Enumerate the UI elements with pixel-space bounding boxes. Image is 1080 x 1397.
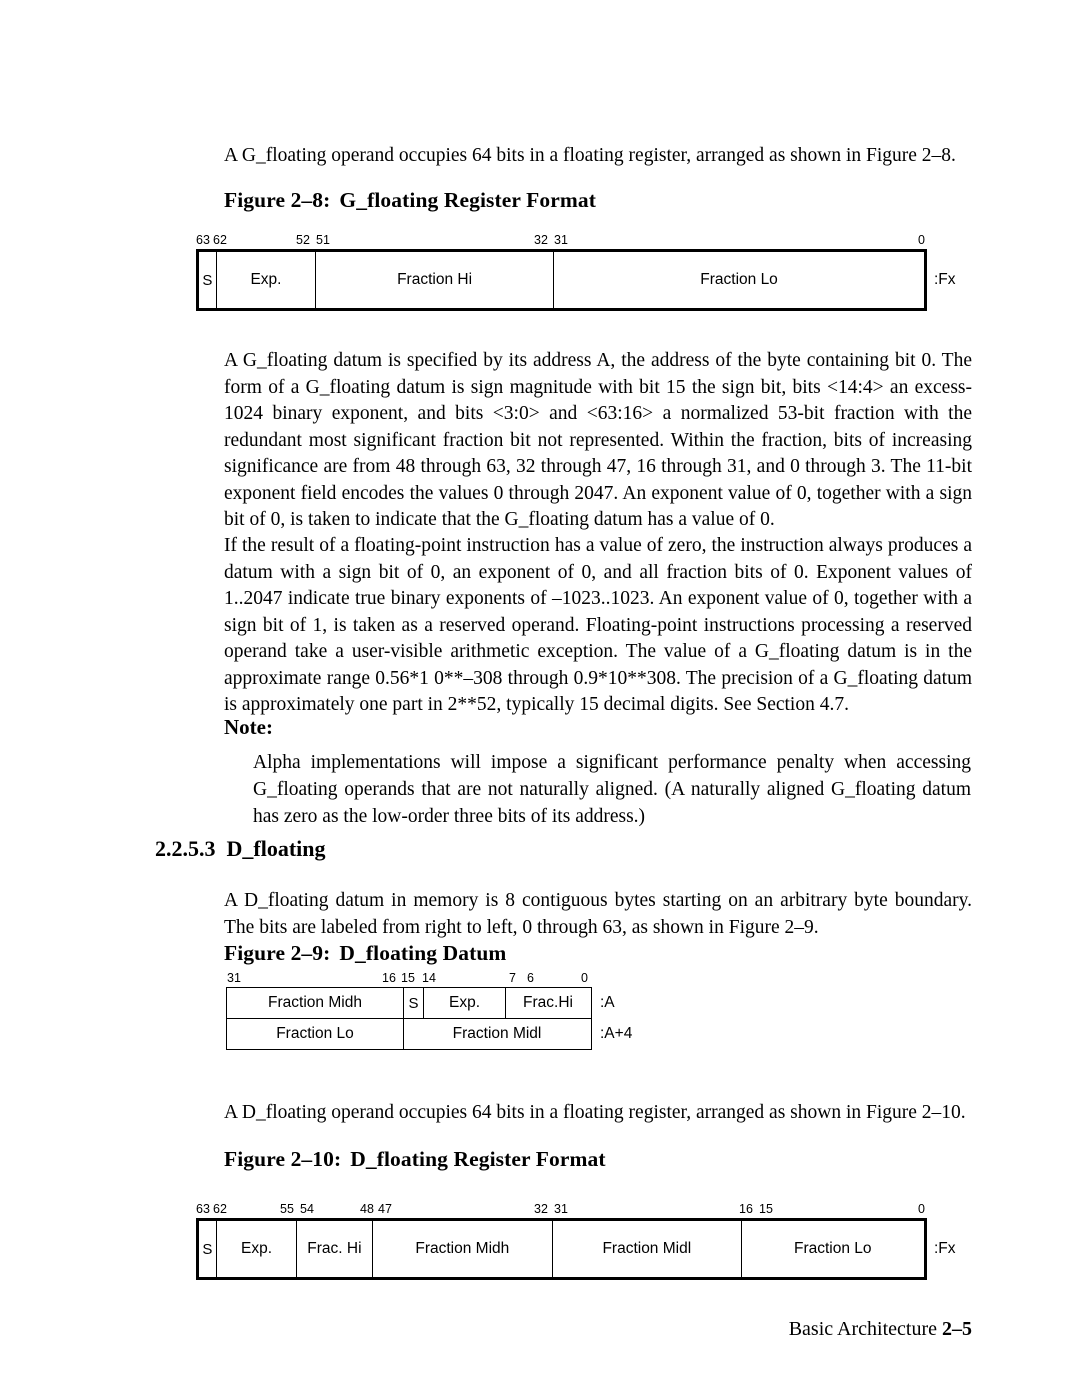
figure-2-10-number: Figure 2–10: xyxy=(224,1147,342,1171)
figure-2-9-caption: Figure 2–9: D_floating Datum xyxy=(224,941,506,966)
bit-field-cell: Frac. Hi xyxy=(297,1221,373,1277)
bit-label: 63 xyxy=(196,1202,210,1216)
figure-2-10-title: D_floating Register Format xyxy=(350,1147,606,1171)
bit-field-cell: Fraction Midh xyxy=(373,1221,554,1277)
bit-label: 31 xyxy=(554,1202,568,1216)
figure-2-9-field-row-2: Fraction Lo Fraction Midl xyxy=(226,1018,592,1050)
bit-field-cell: Frac.Hi xyxy=(523,994,573,1011)
bit-label: 63 xyxy=(196,233,210,247)
bit-field-cell: S xyxy=(199,1221,217,1277)
bit-field-cell: Fraction Midl xyxy=(553,1221,742,1277)
bit-label: 16 xyxy=(382,971,396,985)
figure-2-9-title: D_floating Datum xyxy=(339,941,507,965)
paragraph-gfloat-datum: A G_floating datum is specified by its a… xyxy=(224,350,972,530)
figure-2-9-field-row-1: Fraction Midh S Exp. Frac.Hi xyxy=(226,987,592,1019)
bit-label: 32 xyxy=(534,233,548,247)
figure-2-8-caption: Figure 2–8: G_floating Register Format xyxy=(224,188,596,213)
bit-field-cell: Exp. xyxy=(217,252,317,308)
footer-chapter-name: Basic Architecture xyxy=(788,1318,937,1340)
footer-page-number: 2–5 xyxy=(942,1318,972,1340)
bit-field-cell: Exp. xyxy=(217,1221,298,1277)
bit-label: 0 xyxy=(581,971,588,985)
bit-field-cell: Fraction Midh xyxy=(227,988,404,1018)
figure-2-9-side-label-a4: :A+4 xyxy=(600,1025,633,1042)
bit-label: 47 xyxy=(378,1202,392,1216)
figure-2-8-field-row: S Exp. Fraction Hi Fraction Lo xyxy=(196,249,927,311)
bit-field-cell: Exp. xyxy=(424,988,506,1018)
bit-field-cell: S xyxy=(404,988,424,1018)
bit-label: 7 xyxy=(509,971,516,985)
figure-2-10-side-label: :Fx xyxy=(934,1240,956,1257)
paragraph-dfloat-operand: A D_floating operand occupies 64 bits in… xyxy=(224,1102,966,1123)
bit-label: 51 xyxy=(316,233,330,247)
bit-field-cell: S xyxy=(199,252,217,308)
figure-2-8-number: Figure 2–8: xyxy=(224,188,331,212)
bit-field-cell: Fraction Lo xyxy=(227,1019,404,1049)
document-page: A G_floating operand occupies 64 bits in… xyxy=(0,0,1080,1397)
figure-2-8-title: G_floating Register Format xyxy=(339,188,596,212)
figure-2-8-side-label: :Fx xyxy=(934,271,956,288)
bit-label: 54 xyxy=(300,1202,314,1216)
section-number: 2.2.5.3 xyxy=(155,836,216,861)
bit-label: 14 xyxy=(422,971,436,985)
bit-field-cell: Fraction Lo xyxy=(793,1240,872,1257)
page-footer: Basic Architecture 2–5 xyxy=(789,1318,972,1341)
figure-2-9-diagram: 31 16 15 14 7 6 0 Fraction Midh S Exp. Frac.Hi Fr… xyxy=(226,971,646,1061)
figure-2-9-bit-labels: 31 16 15 14 7 6 0 xyxy=(226,971,646,987)
figure-2-10-caption: Figure 2–10: D_floating Register Format xyxy=(224,1147,606,1172)
paragraph-zero-result: If the result of a floating-point instru… xyxy=(224,535,972,715)
figure-2-10-bit-labels: 63 62 55 54 48 47 32 31 16 15 0 xyxy=(196,1202,986,1218)
figure-2-10-diagram: 63 62 55 54 48 47 32 31 16 15 0 S Exp. Frac. Hi Fract… xyxy=(196,1202,986,1292)
bit-field-cell: Fraction Midl xyxy=(452,1025,542,1042)
bit-label: 31 xyxy=(554,233,568,247)
bit-label: 0 xyxy=(918,1202,925,1216)
bit-label: 31 xyxy=(227,971,241,985)
bit-label: 52 xyxy=(296,233,310,247)
bit-label: 0 xyxy=(918,233,925,247)
bit-field-cell: Fraction Hi xyxy=(316,252,555,308)
bit-label: 32 xyxy=(534,1202,548,1216)
figure-2-8-diagram: 63 62 52 51 32 31 0 S Exp. Fraction Hi Fraction L… xyxy=(196,233,986,323)
figure-2-8-bit-labels: 63 62 52 51 32 31 0 xyxy=(196,233,986,249)
bit-label: 6 xyxy=(527,971,534,985)
note-heading: Note: xyxy=(224,715,273,739)
bit-label: 62 xyxy=(213,1202,227,1216)
section-heading-2-2-5-3: 2.2.5.3 D_floating xyxy=(155,836,326,862)
figure-2-9-number: Figure 2–9: xyxy=(224,941,331,965)
figure-2-10-field-row: S Exp. Frac. Hi Fraction Midh Fraction Midl F… xyxy=(196,1218,927,1280)
paragraph-dfloat-memory: A D_floating datum in memory is 8 contig… xyxy=(224,890,972,938)
figure-2-9-side-label-a: :A xyxy=(600,994,615,1011)
bit-label: 48 xyxy=(360,1202,374,1216)
bit-label: 15 xyxy=(401,971,415,985)
paragraph-gfloat-operand: A G_floating operand occupies 64 bits in… xyxy=(224,145,956,166)
bit-field-cell: Fraction Lo xyxy=(700,271,778,288)
bit-label: 15 xyxy=(759,1202,773,1216)
note-body: Alpha implementations will impose a sign… xyxy=(253,752,971,827)
section-title: D_floating xyxy=(226,836,326,861)
bit-label: 62 xyxy=(213,233,227,247)
bit-label: 16 xyxy=(739,1202,753,1216)
bit-label: 55 xyxy=(280,1202,294,1216)
